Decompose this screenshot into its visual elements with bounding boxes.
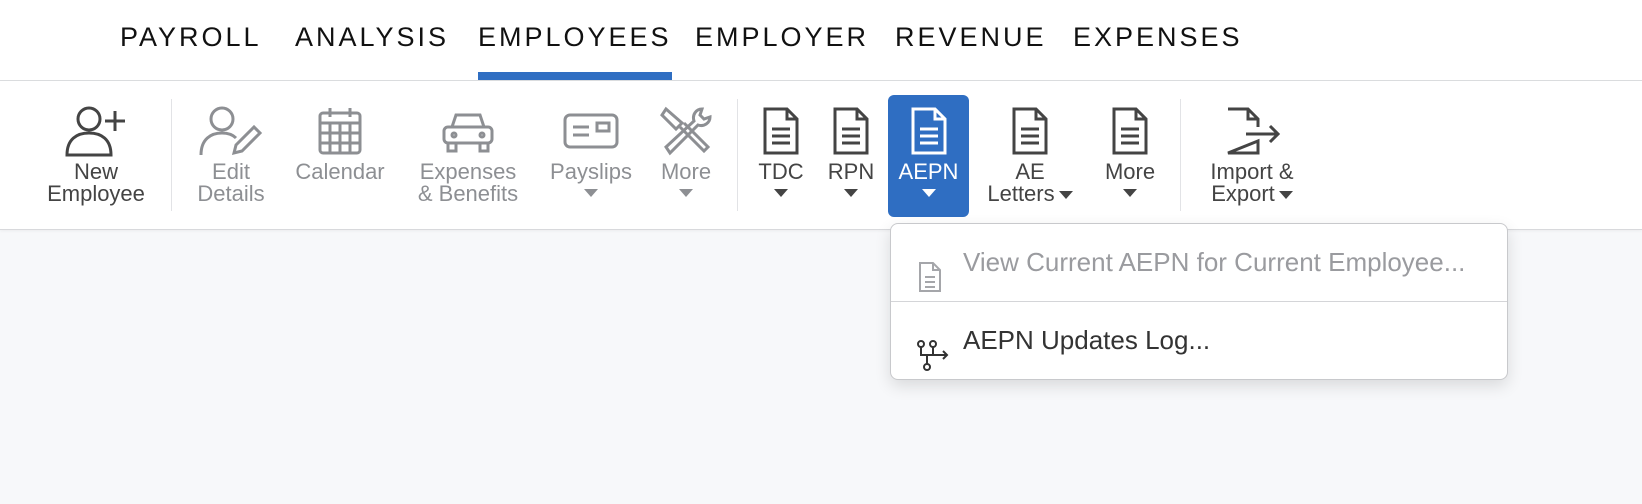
tab-employees[interactable]: EMPLOYEES: [478, 0, 672, 80]
payslips-button[interactable]: Payslips: [544, 95, 638, 215]
new-employee-label-line2: Employee: [47, 181, 145, 206]
chevron-down-icon: [584, 188, 598, 197]
more-docs-label: More: [1104, 159, 1156, 184]
ribbon-separator: [1180, 99, 1181, 211]
car-icon: [410, 105, 526, 157]
menu-item-aepn-updates-log-label: AEPN Updates Log...: [963, 325, 1211, 355]
payslips-label: Payslips: [550, 159, 632, 184]
import-export-label-line2: Export: [1211, 181, 1275, 206]
log-tree-icon: [917, 324, 951, 400]
rpn-button[interactable]: RPN: [822, 95, 880, 215]
expenses-benefits-button[interactable]: Expenses & Benefits: [410, 95, 526, 215]
top-navigation: PAYROLL ANALYSIS EMPLOYEES EMPLOYER REVE…: [0, 0, 1642, 81]
calendar-button[interactable]: Calendar: [288, 95, 392, 215]
tdc-button[interactable]: TDC: [752, 95, 810, 215]
rpn-label: RPN: [827, 159, 875, 184]
payslip-icon: [544, 105, 638, 157]
edit-user-icon: [186, 105, 276, 157]
menu-item-view-current-aepn-label: View Current AEPN for Current Employee..…: [963, 247, 1466, 277]
ribbon-toolbar: New Employee Edit Details Calendar Expen…: [0, 81, 1642, 230]
menu-item-view-current-aepn[interactable]: View Current AEPN for Current Employee..…: [891, 224, 1507, 300]
aepn-button[interactable]: AEPN: [888, 95, 969, 217]
more-tools-label: More: [660, 159, 712, 184]
document-icon: [888, 105, 969, 157]
chevron-down-icon: [921, 188, 936, 197]
tab-employer[interactable]: EMPLOYER: [695, 0, 869, 80]
chevron-down-icon: [844, 188, 858, 197]
document-icon: [822, 105, 880, 157]
document-icon: [978, 105, 1082, 157]
chevron-down-icon: [679, 188, 693, 197]
tab-analysis[interactable]: ANALYSIS: [295, 0, 449, 80]
calendar-label: Calendar: [295, 159, 385, 184]
ae-letters-label-line1: AE: [1015, 159, 1045, 184]
expenses-benefits-label-line2: & Benefits: [417, 181, 519, 206]
edit-details-label-line2: Details: [197, 181, 265, 206]
tab-payroll[interactable]: PAYROLL: [120, 0, 262, 80]
edit-details-label-line1: Edit: [212, 159, 250, 184]
new-employee-button[interactable]: New Employee: [38, 95, 154, 215]
calendar-icon: [288, 105, 392, 157]
menu-item-aepn-updates-log[interactable]: AEPN Updates Log...: [891, 302, 1507, 378]
import-export-label-line1: Import &: [1210, 159, 1294, 184]
import-export-button[interactable]: Import & Export: [1196, 95, 1308, 215]
tools-icon: [652, 105, 720, 157]
chevron-down-icon: [1123, 188, 1137, 197]
chevron-down-icon: [774, 188, 788, 197]
chevron-down-icon: [1058, 191, 1073, 200]
add-user-icon: [38, 105, 154, 157]
tdc-label: TDC: [758, 159, 804, 184]
export-icon: [1196, 105, 1308, 157]
aepn-dropdown-menu: View Current AEPN for Current Employee..…: [890, 223, 1508, 380]
aepn-label: AEPN: [898, 159, 959, 184]
ae-letters-button[interactable]: AE Letters: [978, 95, 1082, 215]
ribbon-separator: [737, 99, 738, 211]
tab-expenses[interactable]: EXPENSES: [1073, 0, 1243, 80]
ae-letters-label-line2: Letters: [987, 181, 1055, 206]
expenses-benefits-label-line1: Expenses: [419, 159, 517, 184]
more-tools-button[interactable]: More: [652, 95, 720, 215]
document-icon: [752, 105, 810, 157]
chevron-down-icon: [1278, 191, 1293, 200]
document-icon: [1096, 105, 1164, 157]
ribbon-separator: [171, 99, 172, 211]
tab-revenue[interactable]: REVENUE: [895, 0, 1047, 80]
edit-details-button[interactable]: Edit Details: [186, 95, 276, 215]
more-docs-button[interactable]: More: [1096, 95, 1164, 215]
new-employee-label-line1: New: [73, 159, 118, 184]
